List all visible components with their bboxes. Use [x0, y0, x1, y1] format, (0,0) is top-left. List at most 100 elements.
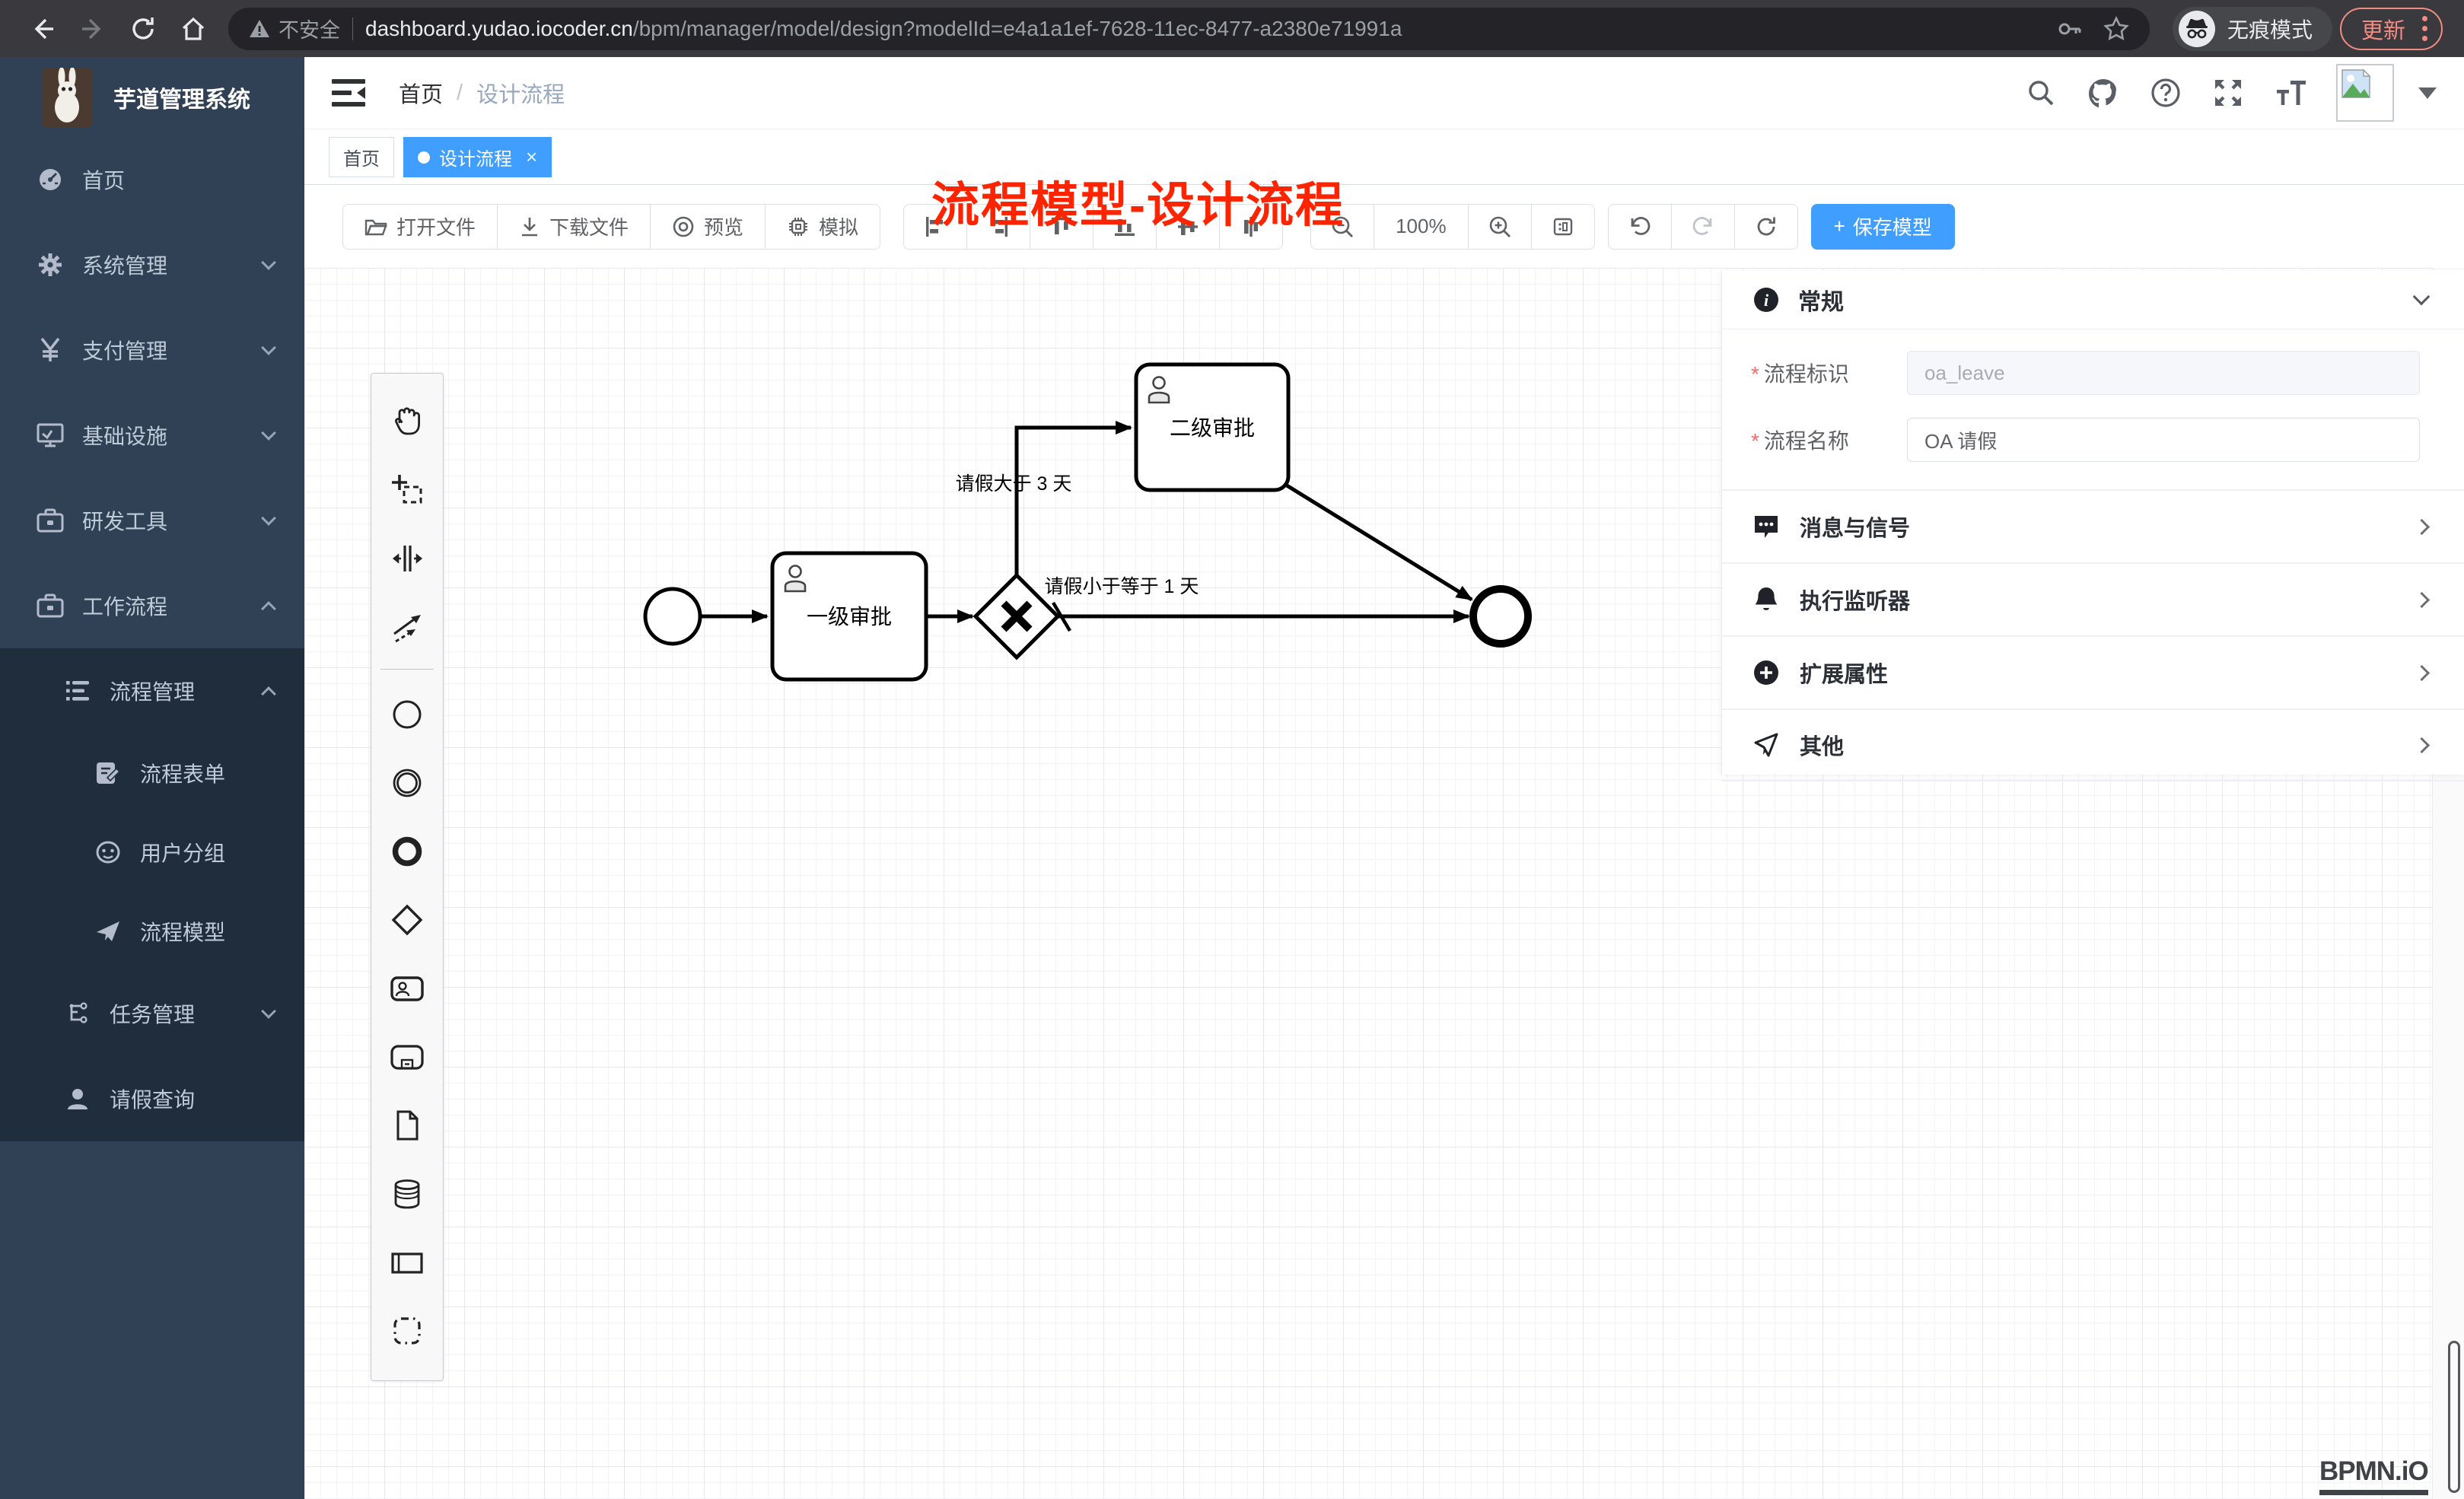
tab-close-icon[interactable]: ×	[526, 145, 537, 169]
github-icon[interactable]	[2087, 76, 2120, 110]
palette-separator	[380, 669, 434, 670]
sidebar-item-system[interactable]: 系统管理	[0, 222, 304, 307]
tab-home[interactable]: 首页	[329, 137, 394, 177]
breadcrumb-home[interactable]: 首页	[399, 77, 443, 109]
dashboard-icon	[37, 167, 64, 193]
open-file-button[interactable]: 打开文件	[343, 205, 497, 249]
chevron-right-icon	[2414, 591, 2430, 607]
section-other[interactable]: 其他	[1722, 708, 2464, 781]
preview-icon	[672, 215, 695, 238]
bpmn-canvas[interactable]: 一级审批 二级审批 请	[304, 268, 2464, 1499]
process-key-input[interactable]	[1907, 351, 2420, 395]
create-user-task[interactable]	[372, 954, 442, 1023]
sidebar-item-task-management[interactable]: 任务管理	[0, 971, 304, 1056]
sidebar-item-process-management[interactable]: 流程管理	[0, 648, 304, 734]
process-name-input[interactable]	[1907, 418, 2420, 462]
space-tool[interactable]	[372, 524, 442, 593]
document-edit-icon	[94, 761, 122, 785]
plus-circle-icon	[1751, 659, 1781, 686]
section-extended-attributes[interactable]: 扩展属性	[1722, 635, 2464, 708]
search-icon[interactable]	[2024, 76, 2058, 110]
hand-tool[interactable]	[372, 387, 442, 456]
face-icon	[94, 840, 122, 864]
browser-reload-button[interactable]	[122, 8, 164, 50]
url-text[interactable]: dashboard.yudao.iocoder.cn/bpm/manager/m…	[365, 17, 2045, 41]
fullscreen-icon[interactable]	[2211, 76, 2245, 110]
tab-design-process[interactable]: 设计流程 ×	[403, 137, 552, 177]
browser-menu-icon[interactable]	[2422, 16, 2427, 41]
avatar-dropdown-caret[interactable]	[2418, 88, 2437, 99]
sidebar-item-label: 支付管理	[82, 335, 245, 365]
zoom-in-button[interactable]	[1468, 205, 1531, 249]
sidebar-item-process-form[interactable]: 流程表单	[0, 734, 304, 813]
browser-forward-button[interactable]	[72, 8, 114, 50]
workflow-submenu: 流程管理 流程表单 用户分组 流程模型	[0, 648, 304, 1141]
incognito-badge: 无痕模式	[2173, 7, 2332, 51]
site-security-indicator[interactable]: 不安全	[248, 14, 340, 43]
bpmn-palette	[371, 373, 444, 1381]
sidebar-item-leave-query[interactable]: 请假查询	[0, 1056, 304, 1141]
sidebar-item-home[interactable]: 首页	[0, 137, 304, 222]
create-data-object[interactable]	[372, 1091, 442, 1160]
section-execution-listener[interactable]: 执行监听器	[1722, 562, 2464, 635]
end-event[interactable]	[1473, 589, 1528, 644]
create-end-event[interactable]	[372, 817, 442, 886]
create-participant[interactable]	[372, 1228, 442, 1297]
preview-button[interactable]: 预览	[650, 205, 765, 249]
app-logo-row[interactable]: 芋道管理系统	[0, 57, 304, 137]
browser-home-button[interactable]	[172, 8, 215, 50]
create-intermediate-event[interactable]	[372, 749, 442, 817]
sidebar-item-process-model[interactable]: 流程模型	[0, 892, 304, 971]
page-header: 首页 / 设计流程	[304, 57, 2464, 129]
undo-button[interactable]	[1609, 205, 1671, 249]
help-icon[interactable]	[2149, 76, 2182, 110]
svg-text:i: i	[1764, 291, 1769, 310]
address-bar[interactable]: 不安全 dashboard.yudao.iocoder.cn/bpm/manag…	[228, 8, 2150, 50]
general-section-header[interactable]: i 常规	[1722, 270, 2464, 329]
bookmark-star-icon[interactable]	[2103, 15, 2130, 43]
sidebar-item-workflow[interactable]: 工作流程	[0, 563, 304, 648]
folder-icon	[365, 216, 387, 237]
fit-viewport-icon	[1550, 214, 1576, 240]
create-group[interactable]	[372, 1297, 442, 1365]
process-name-label: *流程名称	[1751, 425, 1907, 455]
sidebar-item-label: 流程管理	[110, 676, 245, 706]
sidebar-item-user-group[interactable]: 用户分组	[0, 813, 304, 892]
font-size-icon[interactable]	[2274, 76, 2307, 110]
user-task-level2[interactable]: 二级审批	[1136, 364, 1288, 490]
create-subprocess[interactable]	[372, 1023, 442, 1091]
sidebar-item-label: 工作流程	[82, 590, 245, 621]
chevron-down-icon	[261, 1004, 276, 1019]
chevron-right-icon	[2414, 737, 2430, 753]
password-key-icon[interactable]	[2057, 16, 2083, 42]
redo-button[interactable]	[1671, 205, 1734, 249]
sidebar-item-payment[interactable]: 支付管理	[0, 307, 304, 393]
zoom-reset-button[interactable]	[1531, 205, 1594, 249]
bpmn-io-watermark[interactable]: BPMN.iO	[2319, 1456, 2428, 1495]
user-task-level1[interactable]: 一级审批	[772, 553, 926, 679]
start-event[interactable]	[645, 589, 700, 644]
simulate-button[interactable]: 模拟	[765, 205, 880, 249]
sidebar-item-infra[interactable]: 基础设施	[0, 393, 304, 478]
flow-task2-to-end[interactable]	[1287, 485, 1472, 600]
toolbox-icon	[37, 508, 64, 533]
flow-label-gt3[interactable]: 请假大于 3 天	[956, 473, 1072, 495]
browser-back-button[interactable]	[21, 8, 64, 50]
global-connect-tool[interactable]	[372, 593, 442, 661]
restart-button[interactable]	[1734, 205, 1797, 249]
sidebar-item-devtools[interactable]: 研发工具	[0, 478, 304, 563]
lasso-tool[interactable]	[372, 456, 442, 524]
svg-text:二级审批: 二级审批	[1170, 416, 1255, 440]
sidebar-collapse-icon[interactable]	[330, 76, 367, 110]
create-gateway[interactable]	[372, 886, 442, 954]
flow-label-le1[interactable]: 请假小于等于 1 天	[1045, 576, 1199, 597]
save-model-button[interactable]: + 保存模型	[1811, 204, 1955, 250]
broken-image-icon	[2341, 68, 2371, 99]
create-start-event[interactable]	[372, 680, 442, 749]
flow-gateway-to-task2[interactable]	[1017, 428, 1131, 575]
browser-update-button[interactable]: 更新	[2340, 8, 2443, 50]
section-message-signal[interactable]: 消息与信号	[1722, 489, 2464, 562]
create-data-store[interactable]	[372, 1160, 442, 1228]
download-file-button[interactable]: 下载文件	[497, 205, 650, 249]
user-avatar[interactable]	[2336, 64, 2394, 122]
